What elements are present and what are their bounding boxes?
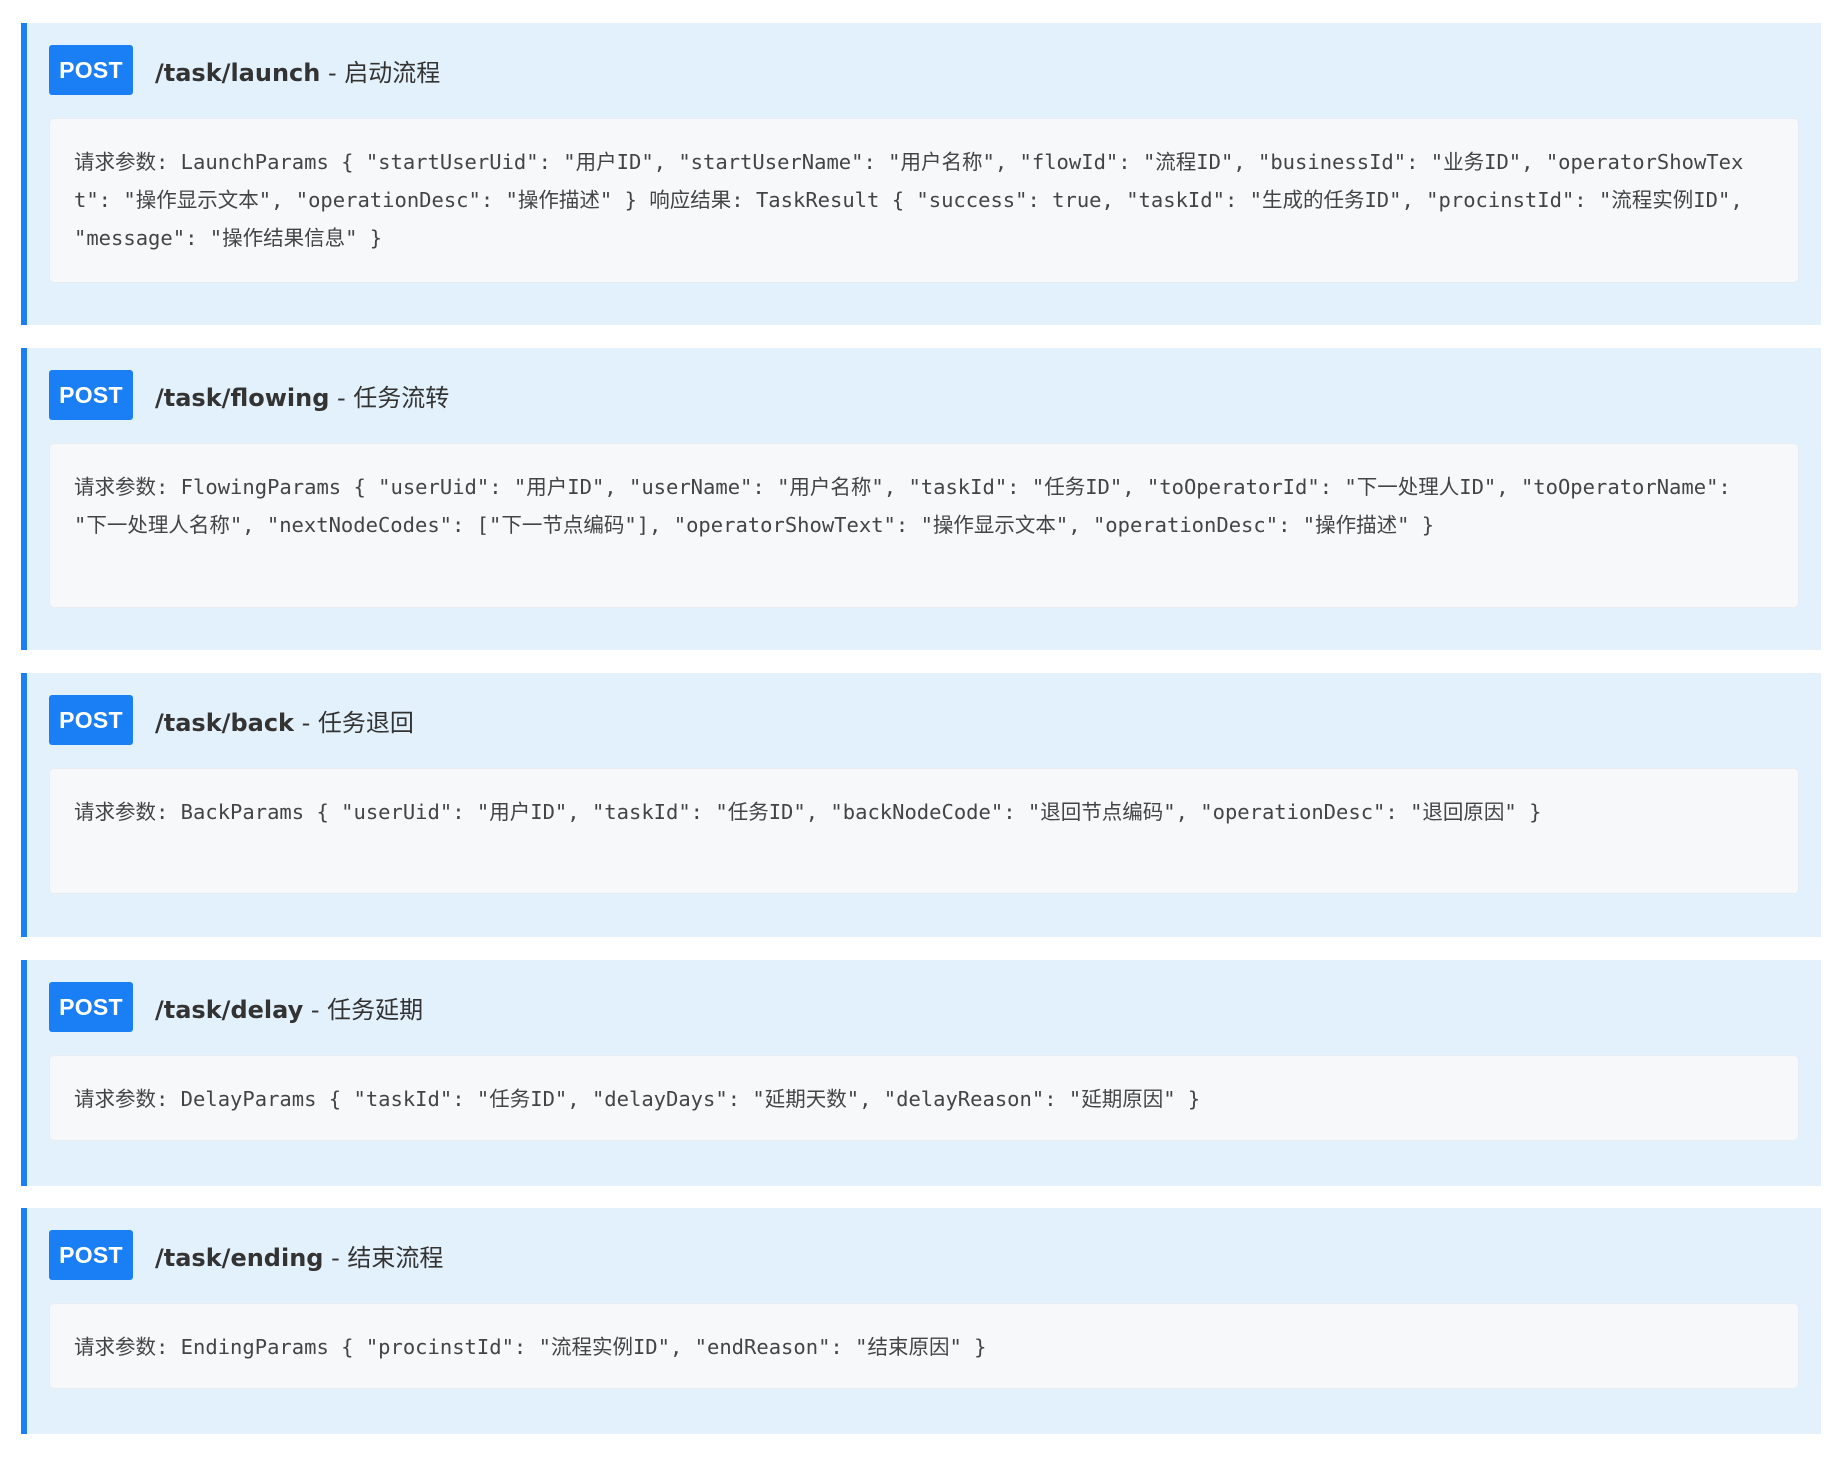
endpoint-title: /task/ending - 结束流程 — [155, 1238, 443, 1273]
endpoint-description: - 任务退回 — [294, 708, 414, 737]
method-badge: POST — [49, 1230, 133, 1280]
endpoint-description: - 启动流程 — [320, 58, 441, 87]
endpoint-card-launch: POST /task/launch - 启动流程 请求参数: LaunchPar… — [21, 23, 1821, 325]
endpoint-header: POST /task/flowing - 任务流转 — [49, 370, 449, 420]
endpoint-card-delay: POST /task/delay - 任务延期 请求参数: DelayParam… — [21, 960, 1821, 1186]
request-params-block: 请求参数: LaunchParams { "startUserUid": "用户… — [50, 119, 1798, 282]
endpoint-path[interactable]: /task/delay — [155, 996, 303, 1024]
method-badge: POST — [49, 370, 133, 420]
endpoint-path[interactable]: /task/launch — [155, 59, 320, 87]
endpoint-card-back: POST /task/back - 任务退回 请求参数: BackParams … — [21, 673, 1821, 937]
method-badge: POST — [49, 982, 133, 1032]
method-badge: POST — [49, 45, 133, 95]
request-params-block: 请求参数: FlowingParams { "userUid": "用户ID",… — [50, 444, 1798, 607]
endpoint-title: /task/delay - 任务延期 — [155, 990, 423, 1025]
endpoint-header: POST /task/launch - 启动流程 — [49, 45, 440, 95]
endpoint-title: /task/flowing - 任务流转 — [155, 378, 449, 413]
endpoint-description: - 任务延期 — [303, 995, 424, 1024]
endpoint-path[interactable]: /task/ending — [155, 1244, 323, 1272]
endpoint-path[interactable]: /task/back — [155, 709, 294, 737]
endpoint-title: /task/back - 任务退回 — [155, 703, 414, 738]
endpoint-header: POST /task/back - 任务退回 — [49, 695, 414, 745]
endpoint-description: - 任务流转 — [329, 383, 450, 412]
endpoint-card-ending: POST /task/ending - 结束流程 请求参数: EndingPar… — [21, 1208, 1821, 1434]
endpoint-path[interactable]: /task/flowing — [155, 384, 329, 412]
request-params-block: 请求参数: EndingParams { "procinstId": "流程实例… — [50, 1304, 1798, 1388]
endpoint-header: POST /task/delay - 任务延期 — [49, 982, 423, 1032]
endpoint-title: /task/launch - 启动流程 — [155, 53, 440, 88]
endpoint-card-flowing: POST /task/flowing - 任务流转 请求参数: FlowingP… — [21, 348, 1821, 650]
endpoint-header: POST /task/ending - 结束流程 — [49, 1230, 443, 1280]
request-params-block: 请求参数: BackParams { "userUid": "用户ID", "t… — [50, 769, 1798, 893]
endpoint-description: - 结束流程 — [323, 1243, 444, 1272]
method-badge: POST — [49, 695, 133, 745]
request-params-block: 请求参数: DelayParams { "taskId": "任务ID", "d… — [50, 1056, 1798, 1140]
